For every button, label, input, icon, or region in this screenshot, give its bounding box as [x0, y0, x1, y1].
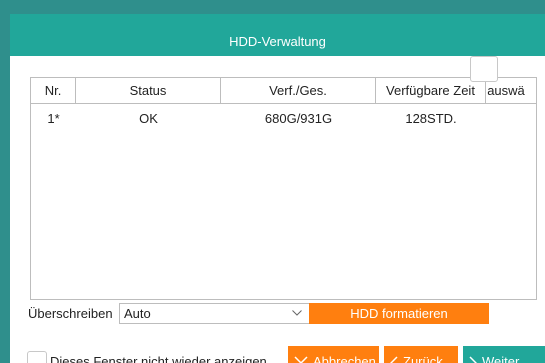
table-row[interactable]: 1* OK 680G/931G 128STD.: [31, 105, 536, 131]
cell-capacity: 680G/931G: [264, 111, 333, 126]
overwrite-label: Überschreiben: [28, 306, 113, 321]
cell-available-time: 128STD.: [405, 111, 457, 126]
header-available-time: Verfügbare Zeit: [376, 78, 486, 103]
format-hdd-button[interactable]: HDD formatieren: [309, 303, 489, 324]
dont-show-label: Dieses Fenster nicht wieder anzeigen: [50, 354, 267, 363]
hdd-table: Nr. Status Verf./Ges. Verfügbare Zeit au…: [30, 77, 537, 300]
chevron-down-icon: [292, 310, 302, 316]
cancel-button[interactable]: Abbrechen: [288, 346, 379, 363]
back-label: Zurück: [403, 354, 443, 363]
next-label: Weiter: [482, 354, 520, 363]
header-capacity: Verf./Ges.: [221, 78, 376, 103]
cell-nr: 1*: [47, 111, 60, 126]
hdd-dialog: HDD-Verwaltung Nr. Status Verf./Ges. Ver…: [10, 14, 545, 363]
cell-status: OK: [139, 111, 158, 126]
close-icon: [294, 356, 308, 363]
overwrite-select[interactable]: Auto: [119, 303, 310, 324]
dialog-title: HDD-Verwaltung: [229, 34, 326, 49]
header-nr: Nr.: [31, 78, 76, 103]
next-button[interactable]: Weiter: [463, 346, 545, 363]
header-status: Status: [76, 78, 221, 103]
cancel-label: Abbrechen: [313, 354, 376, 363]
overwrite-value: Auto: [124, 306, 151, 321]
dialog-titlebar: HDD-Verwaltung: [10, 14, 545, 56]
chevron-left-icon: [390, 356, 398, 363]
row-select-checkbox[interactable]: [470, 56, 498, 82]
table-header: Nr. Status Verf./Ges. Verfügbare Zeit au…: [31, 78, 536, 104]
back-button[interactable]: Zurück: [384, 346, 458, 363]
chevron-right-icon: [469, 356, 477, 363]
dont-show-checkbox[interactable]: [27, 351, 47, 363]
